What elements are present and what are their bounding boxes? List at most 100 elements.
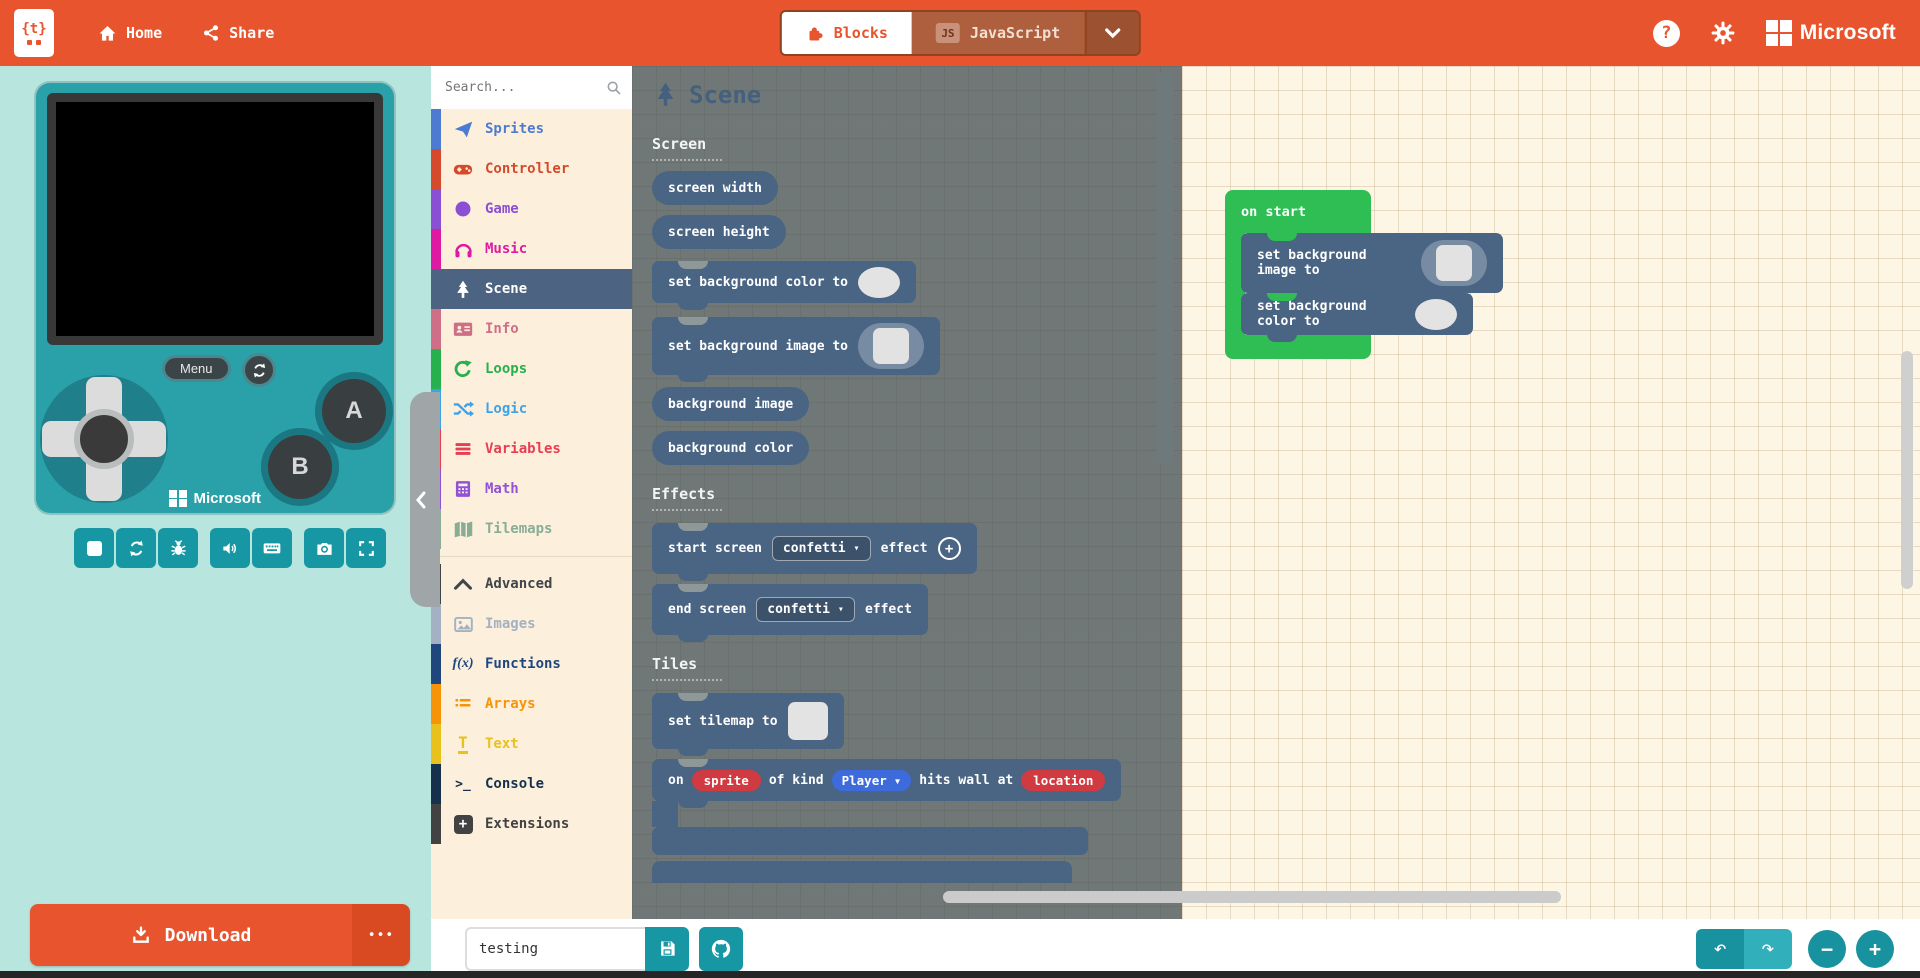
block-workspace[interactable]: on start set background image to set bac… xyxy=(1182,66,1920,919)
download-label: Download xyxy=(164,924,252,946)
console-brand: Microsoft xyxy=(36,489,394,507)
flyout-scrollbar[interactable] xyxy=(1156,72,1173,464)
image-icon xyxy=(450,614,476,635)
flyout-title-label: Scene xyxy=(689,80,762,109)
dpad[interactable] xyxy=(40,375,168,503)
block-set-background-image[interactable]: set background image to xyxy=(652,317,941,382)
on-start-block[interactable]: on start xyxy=(1225,190,1371,233)
speaker-icon xyxy=(221,539,240,558)
home-button[interactable]: Home xyxy=(98,24,162,43)
block-flyout: Scene Screen screen width screen height … xyxy=(632,66,1182,919)
settings-button[interactable] xyxy=(1710,20,1736,46)
location-variable-pill[interactable]: location xyxy=(1021,769,1106,791)
zoom-in-button[interactable]: + xyxy=(1856,929,1894,968)
toolbox-category-advanced[interactable]: Advanced xyxy=(431,564,632,604)
partially-visible-block[interactable] xyxy=(652,861,1072,883)
toolbox-category-info[interactable]: Info xyxy=(431,309,632,349)
toolbox-category-extensions[interactable]: + Extensions xyxy=(431,804,632,844)
fullscreen-button[interactable] xyxy=(346,528,386,568)
tilemap-value-hole[interactable] xyxy=(787,702,828,740)
game-console: Menu A B Microsoft xyxy=(36,83,394,513)
expand-plus-icon[interactable]: + xyxy=(937,537,961,560)
toolbox-category-text[interactable]: T Text xyxy=(431,724,632,764)
tab-blocks[interactable]: Blocks xyxy=(781,12,912,54)
game-screen[interactable] xyxy=(47,93,383,345)
color-value-hole[interactable] xyxy=(858,266,901,298)
restart-icon xyxy=(127,539,146,558)
download-more-button[interactable]: ••• xyxy=(352,904,410,966)
effect-dropdown[interactable]: confetti ▾ xyxy=(771,536,871,561)
image-value-hole[interactable] xyxy=(1421,240,1487,286)
keyboard-button[interactable] xyxy=(252,528,292,568)
editor-dropdown-button[interactable] xyxy=(1084,12,1139,54)
category-label: Math xyxy=(485,481,519,497)
debug-button[interactable] xyxy=(158,528,198,568)
help-button[interactable]: ? xyxy=(1652,19,1680,47)
undo-button[interactable]: ↶ xyxy=(1696,928,1744,969)
save-button[interactable] xyxy=(645,926,689,971)
toolbox-category-loops[interactable]: Loops xyxy=(431,349,632,389)
screenshot-button[interactable] xyxy=(304,528,344,568)
category-label: Sprites xyxy=(485,121,545,137)
category-color-strip xyxy=(431,109,441,149)
sound-button[interactable] xyxy=(210,528,250,568)
toolbox-category-images[interactable]: Images xyxy=(431,604,632,644)
category-color-strip xyxy=(431,149,441,189)
toolbox-category-music[interactable]: Music xyxy=(431,229,632,269)
download-button[interactable]: Download xyxy=(30,904,352,966)
on-start-block-group[interactable]: on start set background image to set bac… xyxy=(1225,190,1503,359)
block-set-background-image[interactable]: set background image to xyxy=(1241,233,1503,300)
toolbox-category-game[interactable]: Game xyxy=(431,189,632,229)
headphones-icon xyxy=(450,239,476,260)
restart-button[interactable] xyxy=(116,528,156,568)
block-set-background-color[interactable]: set background color to xyxy=(1241,293,1473,342)
category-label: Extensions xyxy=(485,816,570,832)
redo-button[interactable]: ↷ xyxy=(1744,928,1792,969)
microsoft-logo[interactable]: Microsoft xyxy=(1765,20,1896,46)
a-button[interactable]: A xyxy=(322,379,386,443)
github-button[interactable] xyxy=(699,926,743,971)
effect-dropdown[interactable]: confetti ▾ xyxy=(756,597,855,622)
app-header: {t} Home Share Blocks JS JavaScript ? Mi… xyxy=(0,0,1920,66)
block-set-tilemap[interactable]: set tilemap to xyxy=(652,693,844,756)
search-input[interactable] xyxy=(431,80,632,95)
toolbox-collapse-handle[interactable] xyxy=(410,392,440,607)
sprite-variable-pill[interactable]: sprite xyxy=(691,769,761,791)
block-screen-height[interactable]: screen height xyxy=(652,215,786,249)
toolbox-category-controller[interactable]: Controller xyxy=(431,149,632,189)
toolbox-category-sprites[interactable]: Sprites xyxy=(431,109,632,149)
block-background-image[interactable]: background image xyxy=(652,387,810,421)
toolbox-category-arrays[interactable]: Arrays xyxy=(431,684,632,724)
workspace-vertical-scrollbar[interactable] xyxy=(1901,351,1913,589)
fullscreen-icon xyxy=(357,539,376,558)
image-value-hole[interactable] xyxy=(858,323,925,369)
block-end-screen-effect[interactable]: end screen confetti ▾ effect xyxy=(652,584,928,642)
workspace-horizontal-scrollbar[interactable] xyxy=(943,891,1561,903)
toolbox-category-math[interactable]: Math xyxy=(431,469,632,509)
project-name-input[interactable] xyxy=(465,926,645,971)
sim-menu-button[interactable]: Menu xyxy=(162,355,231,382)
color-value-hole[interactable] xyxy=(1415,298,1457,330)
block-start-screen-effect[interactable]: start screen confetti ▾ effect + xyxy=(652,523,977,581)
sim-reset-button[interactable] xyxy=(242,353,276,387)
dpad-center[interactable] xyxy=(74,409,134,469)
toolbox-category-tilemaps[interactable]: Tilemaps xyxy=(431,509,632,549)
toolbox-category-scene[interactable]: Scene xyxy=(431,269,632,309)
toolbox-category-variables[interactable]: Variables xyxy=(431,429,632,469)
block-screen-width[interactable]: screen width xyxy=(652,171,778,205)
block-on-sprite-hits-wall[interactable]: on sprite of kind Player ▾ hits wall at … xyxy=(652,759,1122,808)
zoom-out-button[interactable]: − xyxy=(1808,929,1846,968)
sprite-kind-dropdown[interactable]: Player ▾ xyxy=(831,769,912,791)
share-button[interactable]: Share xyxy=(202,24,274,42)
stop-button[interactable] xyxy=(74,528,114,568)
circle-icon xyxy=(450,199,476,219)
toolbox-category-logic[interactable]: Logic xyxy=(431,389,632,429)
category-label: Logic xyxy=(485,401,528,417)
block-background-color[interactable]: background color xyxy=(652,431,810,465)
toolbox-category-console[interactable]: >_ Console xyxy=(431,764,632,804)
tab-javascript[interactable]: JS JavaScript xyxy=(911,12,1085,54)
arcade-logo[interactable]: {t} xyxy=(14,9,54,57)
block-set-background-color[interactable]: set background color to xyxy=(652,261,917,310)
bug-icon xyxy=(169,539,188,558)
toolbox-category-functions[interactable]: f(x) Functions xyxy=(431,644,632,684)
